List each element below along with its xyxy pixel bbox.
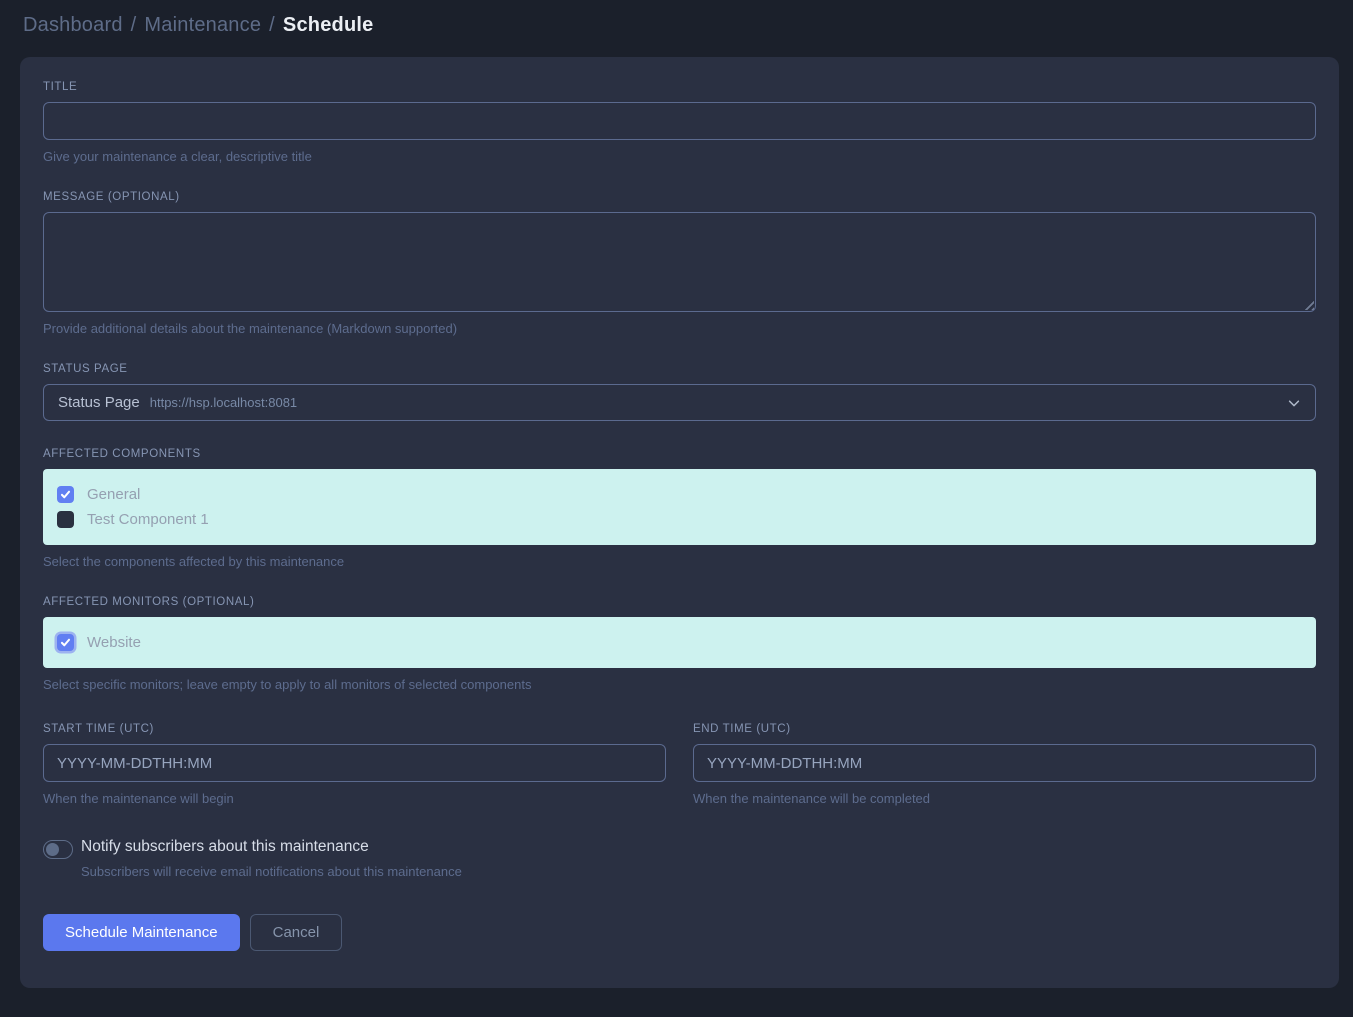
monitor-label-website: Website <box>87 634 141 651</box>
message-helper-text: Provide additional details about the mai… <box>43 321 1316 336</box>
affected-monitors-label: AFFECTED MONITORS (OPTIONAL) <box>43 596 1316 608</box>
notify-subscribers-helper-text: Subscribers will receive email notificat… <box>81 864 462 879</box>
end-time-helper-text: When the maintenance will be completed <box>693 791 1316 806</box>
start-time-helper-text: When the maintenance will begin <box>43 791 666 806</box>
end-time-label: END TIME (UTC) <box>693 723 1316 735</box>
toggle-knob <box>46 843 59 856</box>
affected-monitors-helper-text: Select specific monitors; leave empty to… <box>43 677 1316 692</box>
breadcrumb-separator: / <box>269 14 275 36</box>
start-time-field-group: START TIME (UTC) When the maintenance wi… <box>43 723 666 806</box>
cancel-button[interactable]: Cancel <box>250 914 343 951</box>
check-icon <box>60 489 71 500</box>
schedule-maintenance-card: TITLE Give your maintenance a clear, des… <box>20 57 1339 988</box>
breadcrumb-current-schedule: Schedule <box>283 14 374 36</box>
message-textarea[interactable] <box>43 212 1316 312</box>
time-fields-row: START TIME (UTC) When the maintenance wi… <box>43 723 1316 806</box>
status-page-field-group: STATUS PAGE Status Page https://hsp.loca… <box>43 363 1316 421</box>
breadcrumb-separator: / <box>131 14 137 36</box>
component-label-general: General <box>87 486 140 503</box>
start-time-label: START TIME (UTC) <box>43 723 666 735</box>
component-label-test-component-1: Test Component 1 <box>87 511 209 528</box>
chevron-down-icon <box>1287 396 1301 410</box>
notify-subscribers-toggle[interactable] <box>43 840 73 859</box>
checkbox-test-component-1[interactable] <box>57 511 74 528</box>
affected-monitors-field-group: AFFECTED MONITORS (OPTIONAL) Website Sel… <box>43 596 1316 692</box>
message-label: MESSAGE (OPTIONAL) <box>43 191 1316 203</box>
affected-components-label: AFFECTED COMPONENTS <box>43 448 1316 460</box>
notify-subscribers-label: Notify subscribers about this maintenanc… <box>81 838 462 856</box>
affected-components-field-group: AFFECTED COMPONENTS General Test Compone… <box>43 448 1316 569</box>
breadcrumb-maintenance[interactable]: Maintenance <box>144 14 261 36</box>
breadcrumb: Dashboard / Maintenance / Schedule <box>0 0 1353 55</box>
schedule-maintenance-button[interactable]: Schedule Maintenance <box>43 914 240 951</box>
end-time-field-group: END TIME (UTC) When the maintenance will… <box>693 723 1316 806</box>
title-label: TITLE <box>43 81 1316 93</box>
affected-monitors-panel: Website <box>43 617 1316 668</box>
checkbox-website[interactable] <box>57 634 74 651</box>
status-page-selected-url: https://hsp.localhost:8081 <box>150 395 297 410</box>
status-page-select[interactable]: Status Page https://hsp.localhost:8081 <box>43 384 1316 421</box>
component-option-test-component-1[interactable]: Test Component 1 <box>57 507 1302 531</box>
title-helper-text: Give your maintenance a clear, descripti… <box>43 149 1316 164</box>
notify-subscribers-row: Notify subscribers about this maintenanc… <box>43 838 1316 879</box>
breadcrumb-dashboard[interactable]: Dashboard <box>23 14 123 36</box>
affected-components-panel: General Test Component 1 <box>43 469 1316 545</box>
form-actions-row: Schedule Maintenance Cancel <box>43 914 1316 951</box>
message-field-group: MESSAGE (OPTIONAL) Provide additional de… <box>43 191 1316 336</box>
check-icon <box>60 637 71 648</box>
checkbox-general[interactable] <box>57 486 74 503</box>
title-field-group: TITLE Give your maintenance a clear, des… <box>43 81 1316 164</box>
end-time-input[interactable] <box>693 744 1316 782</box>
start-time-input[interactable] <box>43 744 666 782</box>
monitor-option-website[interactable]: Website <box>57 630 1302 654</box>
status-page-label: STATUS PAGE <box>43 363 1316 375</box>
component-option-general[interactable]: General <box>57 482 1302 506</box>
title-input[interactable] <box>43 102 1316 140</box>
affected-components-helper-text: Select the components affected by this m… <box>43 554 1316 569</box>
status-page-selected-name: Status Page <box>58 394 140 411</box>
